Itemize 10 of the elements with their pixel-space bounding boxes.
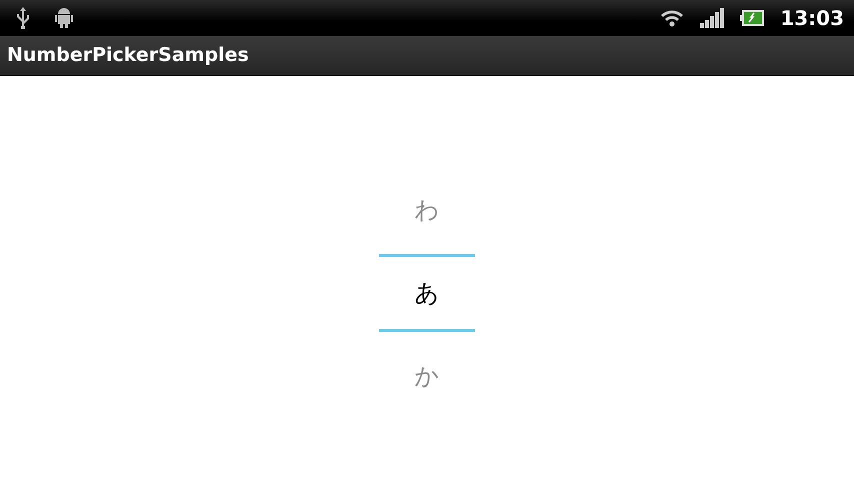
picker-value[interactable]: わ [379, 166, 475, 254]
android-icon [54, 7, 74, 29]
selected-picker-value[interactable]: あ [379, 254, 475, 332]
wifi-icon [660, 8, 684, 28]
usb-icon [16, 7, 30, 29]
picker-value[interactable]: か [379, 332, 475, 420]
clock: 13:03 [780, 5, 844, 32]
signal-icon [700, 8, 724, 28]
battery-icon [740, 10, 764, 26]
app-title: NumberPickerSamples [7, 43, 249, 68]
